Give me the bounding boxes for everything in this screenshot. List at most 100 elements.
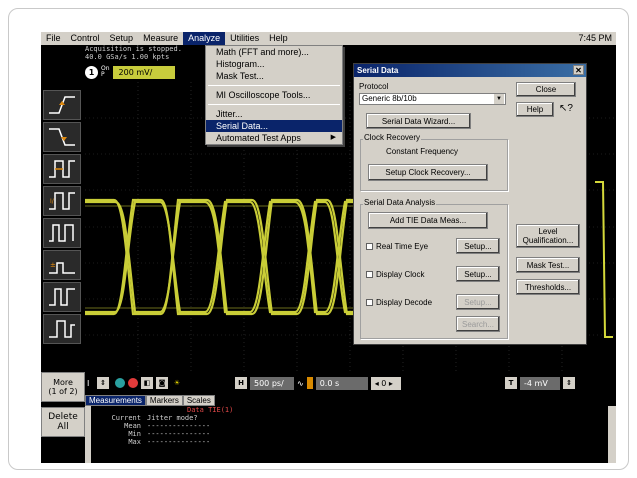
cyan-dot-icon[interactable] <box>115 378 125 388</box>
protocol-select[interactable]: Generic 8b/10b ▼ <box>359 93 506 105</box>
acquisition-status: Acquisition is stopped. 40.0 GSa/s 1.00 … <box>85 45 182 61</box>
measurement-row-value: --------------- <box>147 422 211 430</box>
measurement-row-value: Jitter mode? <box>147 414 198 422</box>
menu-item-automated-test-apps[interactable]: Automated Test Apps ▶ <box>206 132 342 144</box>
serial-data-dialog: Serial Data ✕ Protocol Generic 8b/10b ▼ … <box>353 63 587 345</box>
help-button[interactable]: Help <box>516 102 554 117</box>
clock-recovery-mode: Constant Frequency <box>386 147 459 156</box>
menu-file[interactable]: File <box>41 32 66 45</box>
display-clock-checkbox[interactable]: Display Clock <box>366 270 424 279</box>
channel-row: 1 On P 200 mV/ <box>85 63 175 81</box>
measurement-header: Data TIE(1) <box>187 406 234 414</box>
waveform-right-stub <box>595 181 613 338</box>
pulse-icon[interactable] <box>43 218 81 248</box>
measurement-panel: Data TIE(1) Current Jitter mode? Mean --… <box>91 406 601 463</box>
measurement-row-value: --------------- <box>147 438 211 446</box>
status-line-1: Acquisition is stopped. <box>85 45 182 53</box>
tab-markers[interactable]: Markers <box>145 395 183 406</box>
protocol-value: Generic 8b/10b <box>362 94 417 103</box>
measurement-row-name: Mean <box>124 422 141 430</box>
menu-item-mi-tools[interactable]: MI Oscilloscope Tools... <box>206 89 342 101</box>
delete-all-button[interactable]: Delete All <box>41 407 85 437</box>
more-page-label: (1 of 2) <box>48 387 78 396</box>
display-clock-label: Display Clock <box>376 270 425 279</box>
display-decode-checkbox[interactable]: Display Decode <box>366 298 432 307</box>
context-help-icon[interactable]: ↖? <box>559 103 573 114</box>
measurement-scrollbar-right[interactable] <box>608 406 616 463</box>
menu-utilities[interactable]: Utilities <box>225 32 264 45</box>
tab-measurements[interactable]: Measurements <box>85 395 146 406</box>
pattern-icon[interactable]: I/ <box>43 186 81 216</box>
measurement-row-name: Current <box>111 414 141 422</box>
svg-text:I/: I/ <box>50 198 55 205</box>
sun-icon[interactable]: ☀ <box>171 377 183 389</box>
more-label: More <box>53 378 73 387</box>
timebase-icon: H <box>235 377 247 389</box>
checkbox-box <box>366 299 373 306</box>
timeout-icon[interactable] <box>43 282 81 312</box>
menu-item-mask-test[interactable]: Mask Test... <box>206 70 342 82</box>
search-button[interactable]: Search... <box>456 316 500 332</box>
measurement-tabs: Measurements Markers Scales <box>85 395 215 406</box>
pulse-width-icon[interactable] <box>43 154 81 184</box>
serial-data-wizard-button[interactable]: Serial Data Wizard... <box>366 113 471 129</box>
mask-test-button[interactable]: Mask Test... <box>516 257 580 273</box>
setup-clock-recovery-button[interactable]: Setup Clock Recovery... <box>368 164 488 181</box>
real-time-eye-checkbox[interactable]: Real Time Eye <box>366 242 428 251</box>
menu-setup[interactable]: Setup <box>105 32 139 45</box>
channel-scale-field[interactable]: 200 mV/ <box>112 65 175 79</box>
edge-trigger-rising-icon[interactable] <box>43 90 81 120</box>
measurement-row: Max --------------- <box>91 438 601 446</box>
menu-item-serial-data[interactable]: Serial Data... <box>206 120 342 132</box>
close-icon[interactable]: ✕ <box>573 65 584 75</box>
red-dot-icon[interactable] <box>128 378 138 388</box>
timebase-group: H 500 ps/ ∿ 0.0 s ◂ 0 ▸ <box>235 376 401 390</box>
timebase-field[interactable]: 500 ps/ <box>250 376 294 390</box>
status-line-2: 40.0 GSa/s 1.00 kpts <box>85 53 170 61</box>
trigger-stepper-icon[interactable]: ⇕ <box>563 377 575 389</box>
measurement-row-name: Min <box>128 430 141 438</box>
display-decode-setup-button[interactable]: Setup... <box>456 294 500 310</box>
measure-icon[interactable]: ◧ <box>141 377 153 389</box>
delay-arrows-icon[interactable]: ◂ 0 ▸ <box>370 376 401 390</box>
svg-text:±: ± <box>50 261 56 269</box>
automated-test-apps-label: Automated Test Apps <box>216 133 301 143</box>
waveform-toggle-icon[interactable]: ∿ <box>297 379 304 388</box>
color-buttons: ◧ ◙ ☀ <box>115 376 183 390</box>
menu-measure[interactable]: Measure <box>138 32 183 45</box>
more-tools-button[interactable]: More (1 of 2) <box>41 372 85 402</box>
menu-item-jitter[interactable]: Jitter... <box>206 108 342 120</box>
menu-separator <box>208 104 340 105</box>
channel-on-toggle[interactable]: On P <box>101 66 110 78</box>
menu-separator <box>208 85 340 86</box>
menu-item-histogram[interactable]: Histogram... <box>206 58 342 70</box>
measurement-row: Mean --------------- <box>91 422 601 430</box>
serial-data-analysis-title: Serial Data Analysis <box>363 198 437 207</box>
transition-icon[interactable] <box>43 314 81 344</box>
close-button[interactable]: Close <box>516 82 576 97</box>
camera-icon[interactable]: ◙ <box>156 377 168 389</box>
delay-marker-icon <box>306 377 313 389</box>
dialog-title-bar: Serial Data ✕ <box>354 64 586 77</box>
add-tie-data-meas-button[interactable]: Add TIE Data Meas... <box>368 212 488 229</box>
stepper-icon[interactable]: ⇕ <box>97 376 109 390</box>
measurement-row: Min --------------- <box>91 430 601 438</box>
clock-recovery-title: Clock Recovery <box>363 133 422 142</box>
checkbox-box <box>366 271 373 278</box>
menu-control[interactable]: Control <box>66 32 105 45</box>
real-time-eye-setup-button[interactable]: Setup... <box>456 238 500 254</box>
menu-analyze[interactable]: Analyze <box>183 32 226 45</box>
all-label: All <box>57 422 69 432</box>
delay-field[interactable]: 0.0 s <box>315 376 368 390</box>
tab-scales[interactable]: Scales <box>182 395 215 406</box>
trigger-level-field[interactable]: -4 mV <box>520 376 560 390</box>
display-clock-setup-button[interactable]: Setup... <box>456 266 500 282</box>
channel-number[interactable]: 1 <box>85 65 98 79</box>
thresholds-button[interactable]: Thresholds... <box>516 279 580 295</box>
level-qualification-button[interactable]: Level Qualification... <box>516 224 580 248</box>
runt-icon[interactable]: ± <box>43 250 81 280</box>
edge-trigger-falling-icon[interactable] <box>43 122 81 152</box>
menu-help[interactable]: Help <box>264 32 293 45</box>
submenu-arrow-icon: ▶ <box>330 134 336 141</box>
menu-item-math[interactable]: Math (FFT and more)... <box>206 46 342 58</box>
